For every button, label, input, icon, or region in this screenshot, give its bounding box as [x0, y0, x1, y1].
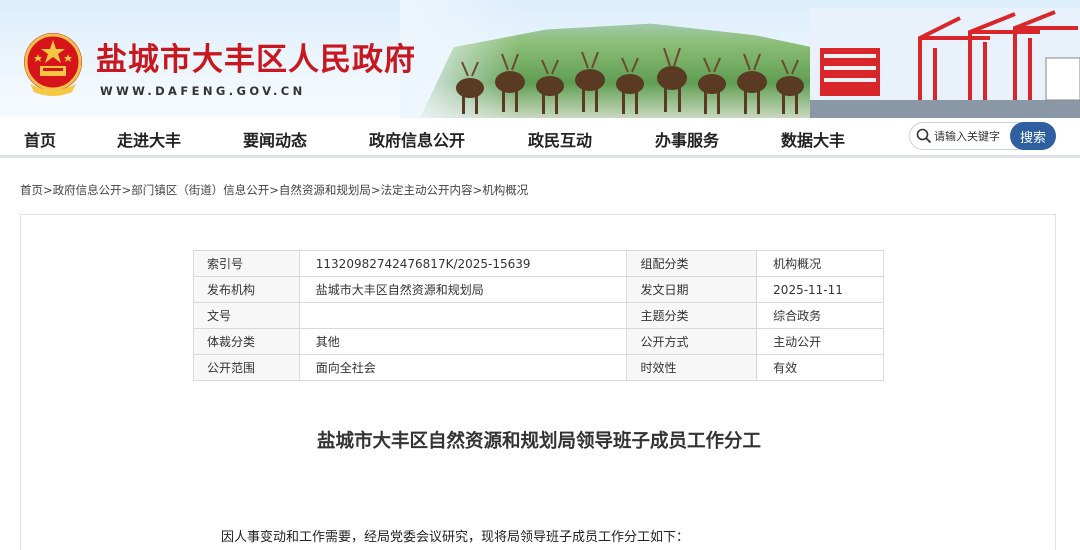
table-row: 发布机构 盐城市大丰区自然资源和规划局 发文日期 2025-11-11 — [193, 276, 884, 303]
search-input[interactable] — [934, 127, 1008, 145]
search-box: 搜索 — [909, 122, 1056, 150]
meta-value: 综合政务 — [756, 302, 884, 329]
meta-value: 2025-11-11 — [756, 276, 884, 303]
nav-item-about-dafeng[interactable]: 走进大丰 — [117, 127, 181, 151]
breadcrumb-separator: > — [370, 183, 381, 197]
search-button[interactable]: 搜索 — [1010, 122, 1056, 150]
main-nav: 首页 走进大丰 要闻动态 政府信息公开 政民互动 办事服务 数据大丰 搜索 — [0, 118, 1080, 158]
document-paragraph: 因人事变动和工作需要，经局党委会议研究，现将局领导班子成员工作分工如下： — [221, 530, 690, 545]
table-row: 文号 主题分类 综合政务 — [193, 302, 884, 329]
meta-key: 体裁分类 — [193, 328, 300, 355]
meta-key: 发布机构 — [193, 276, 300, 303]
meta-key: 组配分类 — [626, 250, 758, 277]
table-row: 索引号 11320982742476817K/2025-15639 组配分类 机… — [193, 250, 884, 277]
meta-key: 公开范围 — [193, 354, 300, 381]
breadcrumb-public-content[interactable]: 法定主动公开内容 — [381, 183, 473, 197]
breadcrumb-separator: > — [43, 183, 53, 197]
meta-key: 文号 — [193, 302, 300, 329]
table-row: 体裁分类 其他 公开方式 主动公开 — [193, 328, 884, 355]
site-title[interactable]: 盐城市大丰区人民政府 — [96, 34, 416, 79]
meta-value — [298, 302, 628, 329]
meta-key: 时效性 — [626, 354, 758, 381]
nav-item-data[interactable]: 数据大丰 — [781, 127, 845, 151]
meta-key: 发文日期 — [626, 276, 758, 303]
breadcrumb-department-info[interactable]: 部门镇区（街道）信息公开 — [131, 183, 269, 197]
port-cranes-illustration — [810, 8, 1080, 118]
meta-value: 盐城市大丰区自然资源和规划局 — [298, 276, 628, 303]
meta-key: 主题分类 — [626, 302, 758, 329]
meta-key: 索引号 — [193, 250, 300, 277]
table-row: 公开范围 面向全社会 时效性 有效 — [193, 354, 884, 381]
meta-value: 机构概况 — [756, 250, 884, 277]
nav-item-services[interactable]: 办事服务 — [655, 127, 719, 151]
nav-item-interaction[interactable]: 政民互动 — [528, 127, 592, 151]
content-panel: 索引号 11320982742476817K/2025-15639 组配分类 机… — [20, 214, 1056, 550]
breadcrumb: 首页>政府信息公开>部门镇区（街道）信息公开>自然资源和规划局>法定主动公开内容… — [20, 182, 528, 198]
meta-value: 11320982742476817K/2025-15639 — [298, 250, 628, 277]
nav-item-news[interactable]: 要闻动态 — [243, 127, 307, 151]
breadcrumb-current[interactable]: 机构概况 — [482, 183, 528, 197]
meta-key: 公开方式 — [626, 328, 758, 355]
document-meta-table: 索引号 11320982742476817K/2025-15639 组配分类 机… — [193, 250, 884, 381]
breadcrumb-separator: > — [269, 183, 279, 197]
meta-value: 主动公开 — [756, 328, 884, 355]
search-icon — [916, 128, 932, 144]
breadcrumb-separator: > — [472, 183, 483, 197]
breadcrumb-separator: > — [121, 183, 132, 197]
deer-herd-illustration — [456, 47, 804, 114]
meta-value: 有效 — [756, 354, 884, 381]
breadcrumb-bureau[interactable]: 自然资源和规划局 — [279, 183, 371, 197]
meta-value: 面向全社会 — [298, 354, 628, 381]
breadcrumb-gov-info[interactable]: 政府信息公开 — [53, 183, 122, 197]
national-emblem-icon — [24, 33, 82, 96]
meta-value: 其他 — [298, 328, 628, 355]
site-url: WWW.DAFENG.GOV.CN — [100, 84, 306, 98]
nav-item-home[interactable]: 首页 — [24, 127, 56, 151]
breadcrumb-home[interactable]: 首页 — [20, 183, 43, 197]
document-title: 盐城市大丰区自然资源和规划局领导班子成员工作分工 — [316, 431, 761, 452]
nav-item-gov-info[interactable]: 政府信息公开 — [369, 127, 465, 151]
site-banner: 盐城市大丰区人民政府 WWW.DAFENG.GOV.CN — [0, 0, 1080, 118]
